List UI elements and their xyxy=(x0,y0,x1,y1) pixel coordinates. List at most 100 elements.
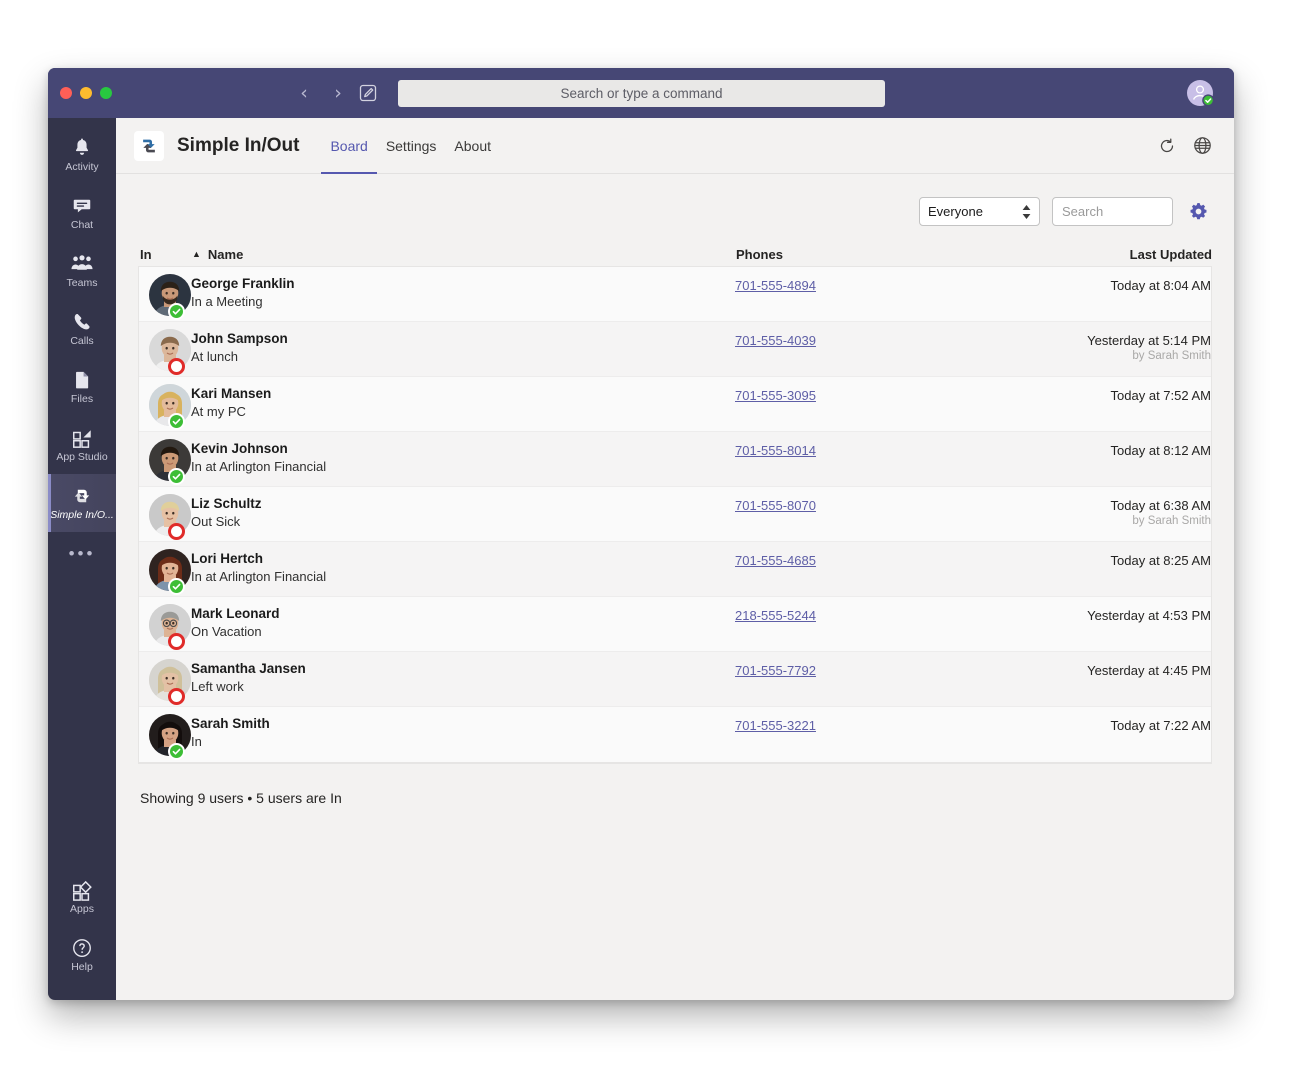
rail-bottom-group: Apps Help xyxy=(48,868,116,1000)
sidebar-item-chat[interactable]: Chat xyxy=(48,184,116,242)
sidebar-item-label: Activity xyxy=(65,161,99,173)
person-status: In a Meeting xyxy=(191,294,263,309)
back-icon[interactable]: ‹ xyxy=(295,82,313,104)
tab-settings[interactable]: Settings xyxy=(377,118,446,174)
person-name: John Sampson xyxy=(191,331,288,346)
phone-link[interactable]: 218-555-5244 xyxy=(735,608,816,623)
compose-button[interactable] xyxy=(358,68,378,118)
phone-link[interactable]: 701-555-3221 xyxy=(735,718,816,733)
status-cell xyxy=(139,494,191,540)
column-header-phones[interactable]: Phones xyxy=(736,247,1086,262)
table-row[interactable]: Samantha Jansen Left work 701-555-7792 Y… xyxy=(139,652,1211,707)
simple-in-out-logo xyxy=(134,130,164,161)
column-header-in[interactable]: In xyxy=(140,247,192,262)
file-icon xyxy=(76,371,89,389)
status-badge xyxy=(168,358,185,375)
column-header-name[interactable]: ▲ Name xyxy=(192,247,736,262)
content-area: Simple In/Out Board Settings About Every… xyxy=(116,118,1234,1000)
status-cell xyxy=(139,384,191,430)
person-name: George Franklin xyxy=(191,276,295,291)
sidebar-item-label: Calls xyxy=(70,335,94,347)
avatar[interactable] xyxy=(1186,79,1215,107)
last-updated-cell: Yesterday at 4:45 PM xyxy=(1085,659,1211,679)
phone-cell: 701-555-3095 xyxy=(735,384,1085,405)
phone-link[interactable]: 701-555-4894 xyxy=(735,278,816,293)
person-status: In xyxy=(191,734,202,749)
table-row[interactable]: Lori Hertch In at Arlington Financial 70… xyxy=(139,542,1211,597)
sidebar-item-teams[interactable]: Teams xyxy=(48,242,116,300)
last-updated-time: Today at 8:04 AM xyxy=(1110,278,1211,293)
last-updated-time: Yesterday at 4:53 PM xyxy=(1087,608,1211,623)
sidebar-item-app-studio[interactable]: App Studio xyxy=(48,416,116,474)
last-updated-time: Today at 8:25 AM xyxy=(1110,553,1211,568)
app-header: Simple In/Out Board Settings About xyxy=(116,118,1234,174)
apps-icon xyxy=(73,880,92,901)
forward-icon[interactable]: › xyxy=(329,82,347,104)
window-titlebar: ‹ › Search or type a command xyxy=(48,68,1234,118)
phone-link[interactable]: 701-555-4039 xyxy=(735,333,816,348)
open-in-browser-button[interactable] xyxy=(1193,136,1212,155)
board-summary: Showing 9 users • 5 users are In xyxy=(140,790,342,806)
phone-link[interactable]: 701-555-4685 xyxy=(735,553,816,568)
sidebar-item-files[interactable]: Files xyxy=(48,358,116,416)
sidebar-item-label: Simple In/O... xyxy=(50,509,114,521)
table-row[interactable]: Liz Schultz Out Sick 701-555-8070 Today … xyxy=(139,487,1211,542)
name-cell: Liz Schultz Out Sick xyxy=(191,494,735,531)
settings-button[interactable] xyxy=(1185,201,1212,222)
navigation-arrows: ‹ › xyxy=(295,68,347,118)
more-apps-button[interactable]: ••• xyxy=(48,532,116,576)
table-row[interactable]: Kevin Johnson In at Arlington Financial … xyxy=(139,432,1211,487)
table-row[interactable]: Sarah Smith In 701-555-3221 Today at 7:2… xyxy=(139,707,1211,762)
table-row[interactable]: Kari Mansen At my PC 701-555-3095 Today … xyxy=(139,377,1211,432)
sidebar-item-apps[interactable]: Apps xyxy=(48,868,116,926)
phone-link[interactable]: 701-555-8014 xyxy=(735,443,816,458)
person-name: Samantha Jansen xyxy=(191,661,306,676)
app-studio-icon xyxy=(73,430,91,448)
sidebar-item-simple-in-out[interactable]: Simple In/O... xyxy=(48,474,116,532)
search-input[interactable]: Search xyxy=(1052,197,1173,226)
status-badge xyxy=(168,688,185,705)
status-badge xyxy=(168,523,185,540)
window-maximize-button[interactable] xyxy=(100,87,112,99)
name-cell: Mark Leonard On Vacation xyxy=(191,604,735,641)
window-minimize-button[interactable] xyxy=(80,87,92,99)
last-updated-time: Today at 7:52 AM xyxy=(1110,388,1211,403)
phone-link[interactable]: 701-555-8070 xyxy=(735,498,816,513)
phone-cell: 701-555-4894 xyxy=(735,274,1085,295)
person-name: Lori Hertch xyxy=(191,551,264,566)
gear-icon xyxy=(1190,203,1207,220)
global-search-input[interactable]: Search or type a command xyxy=(398,80,885,107)
phone-cell: 701-555-3221 xyxy=(735,714,1085,735)
status-cell xyxy=(139,659,191,705)
name-cell: Sarah Smith In xyxy=(191,714,735,751)
name-cell: George Franklin In a Meeting xyxy=(191,274,735,311)
name-cell: Samantha Jansen Left work xyxy=(191,659,735,696)
column-header-last-updated[interactable]: Last Updated xyxy=(1086,247,1212,262)
table-row[interactable]: Mark Leonard On Vacation 218-555-5244 Ye… xyxy=(139,597,1211,652)
table-row[interactable]: John Sampson At lunch 701-555-4039 Yeste… xyxy=(139,322,1211,377)
window-close-button[interactable] xyxy=(60,87,72,99)
phone-cell: 701-555-7792 xyxy=(735,659,1085,680)
table-row[interactable]: George Franklin In a Meeting 701-555-489… xyxy=(139,267,1211,322)
tab-board[interactable]: Board xyxy=(321,118,378,174)
last-updated-by: by Sarah Smith xyxy=(1132,350,1211,362)
last-updated-cell: Today at 7:52 AM xyxy=(1085,384,1211,404)
last-updated-time: Yesterday at 4:45 PM xyxy=(1087,663,1211,678)
group-filter-select[interactable]: Everyone xyxy=(919,197,1040,226)
group-filter-value: Everyone xyxy=(928,204,983,219)
phone-icon xyxy=(74,313,90,330)
name-cell: Lori Hertch In at Arlington Financial xyxy=(191,549,735,586)
globe-icon xyxy=(1194,137,1211,154)
tab-about[interactable]: About xyxy=(445,118,500,174)
phone-link[interactable]: 701-555-7792 xyxy=(735,663,816,678)
phone-link[interactable]: 701-555-3095 xyxy=(735,388,816,403)
sidebar-item-calls[interactable]: Calls xyxy=(48,300,116,358)
sidebar-item-activity[interactable]: Activity xyxy=(48,126,116,184)
last-updated-time: Today at 7:22 AM xyxy=(1110,718,1211,733)
help-icon xyxy=(73,939,91,957)
sidebar-item-help[interactable]: Help xyxy=(48,926,116,984)
person-status: At my PC xyxy=(191,404,246,419)
page-title: Simple In/Out xyxy=(177,134,300,156)
last-updated-time: Today at 6:38 AM xyxy=(1110,498,1211,513)
refresh-button[interactable] xyxy=(1158,137,1176,155)
